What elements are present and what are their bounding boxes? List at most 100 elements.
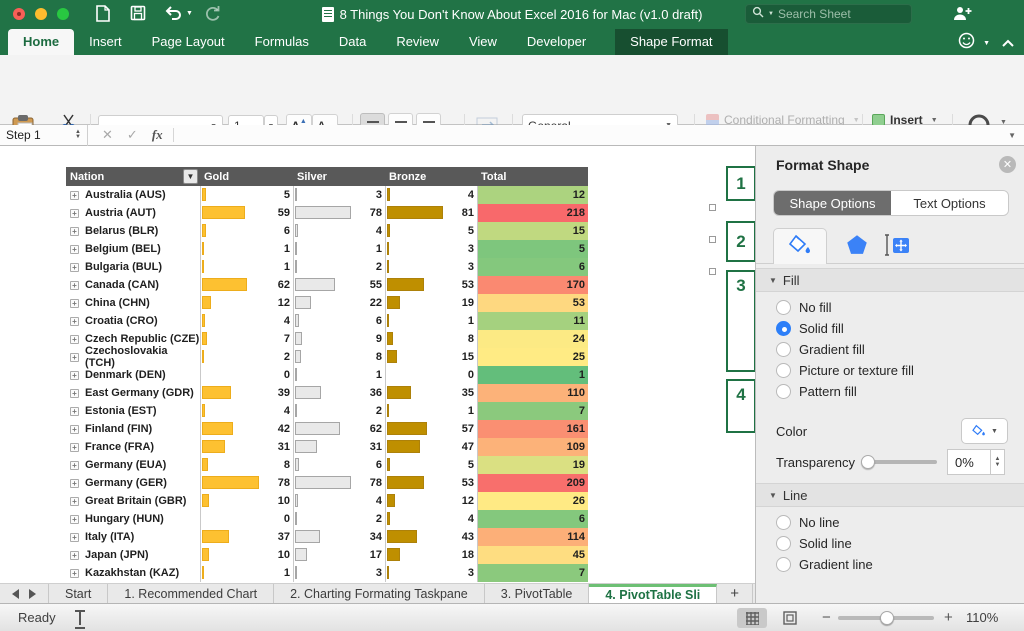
pivot-cell-nation[interactable]: + Belgium (BEL) [66, 240, 200, 258]
tab-shape-format[interactable]: Shape Format [615, 29, 728, 55]
expand-icon[interactable]: + [70, 496, 79, 506]
transparency-stepper[interactable]: ▲ ▼ [991, 449, 1005, 475]
name-box-stepper[interactable]: ▲ ▼ [75, 129, 81, 140]
pivot-cell[interactable]: 17 [293, 546, 385, 564]
pivot-cell-nation[interactable]: + Estonia (EST) [66, 402, 200, 420]
tab-review[interactable]: Review [381, 29, 454, 55]
pivot-cell-total[interactable]: 6 [477, 510, 588, 528]
pivot-cell[interactable]: 8 [385, 330, 477, 348]
sheet-tab-2[interactable]: 1. Recommended Chart [108, 584, 275, 603]
pivot-cell[interactable]: 1 [200, 564, 293, 582]
radio-no-line[interactable]: No line [756, 512, 1024, 533]
pivot-cell[interactable]: 1 [200, 258, 293, 276]
pivot-cell[interactable]: 10 [200, 546, 293, 564]
pivot-cell-total[interactable]: 161 [477, 420, 588, 438]
pivot-row[interactable]: + Finland (FIN) 42 62 57 161 [66, 420, 588, 438]
tab-shape-options[interactable]: Shape Options [774, 191, 891, 215]
expand-icon[interactable]: + [70, 514, 79, 524]
add-sheet-button[interactable]: + [717, 584, 754, 603]
pivot-cell[interactable]: 53 [385, 474, 477, 492]
transparency-value-field[interactable]: 0% [947, 449, 991, 475]
expand-icon[interactable]: + [70, 190, 79, 200]
fill-color-picker-button[interactable]: ▼ [961, 418, 1008, 444]
pivot-cell-total[interactable]: 218 [477, 204, 588, 222]
pivot-row[interactable]: + Belgium (BEL) 1 1 3 5 [66, 240, 588, 258]
pivot-row[interactable]: + Great Britain (GBR) 10 4 12 26 [66, 492, 588, 510]
pivot-cell[interactable]: 43 [385, 528, 477, 546]
numbered-shape-4[interactable]: 4 [726, 379, 756, 433]
pivot-cell[interactable]: 8 [200, 456, 293, 474]
pivot-row[interactable]: + Germany (GER) 78 78 53 209 [66, 474, 588, 492]
pivot-row[interactable]: + Belarus (BLR) 6 4 5 15 [66, 222, 588, 240]
pivot-row[interactable]: + Japan (JPN) 10 17 18 45 [66, 546, 588, 564]
pivot-cell-total[interactable]: 209 [477, 474, 588, 492]
pivot-cell[interactable]: 3 [385, 258, 477, 276]
tab-data[interactable]: Data [324, 29, 381, 55]
transparency-slider-thumb[interactable] [861, 455, 875, 469]
pivot-cell-nation[interactable]: + China (CHN) [66, 294, 200, 312]
pivot-cell[interactable]: 4 [200, 402, 293, 420]
pivot-cell-total[interactable]: 45 [477, 546, 588, 564]
pivot-cell-total[interactable]: 19 [477, 456, 588, 474]
pivot-cell[interactable]: 4 [293, 492, 385, 510]
pivot-cell[interactable]: 7 [200, 330, 293, 348]
pivot-row[interactable]: + Kazakhstan (KAZ) 1 3 3 7 [66, 564, 588, 582]
page-layout-view-button[interactable] [775, 608, 805, 628]
zoom-slider-thumb[interactable] [880, 611, 894, 625]
pivot-row[interactable]: + Canada (CAN) 62 55 53 170 [66, 276, 588, 294]
pivot-row[interactable]: + Estonia (EST) 4 2 1 7 [66, 402, 588, 420]
pivot-cell[interactable]: 5 [385, 456, 477, 474]
pivot-cell[interactable]: 36 [293, 384, 385, 402]
pivot-cell[interactable]: 5 [385, 222, 477, 240]
pivot-cell-nation[interactable]: + Australia (AUS) [66, 186, 200, 204]
pivot-cell[interactable]: 37 [200, 528, 293, 546]
normal-view-button[interactable] [737, 608, 767, 628]
pivot-cell-nation[interactable]: + Italy (ITA) [66, 528, 200, 546]
sheet-tab-3[interactable]: 2. Charting Formating Taskpane [274, 584, 485, 603]
pivot-cell[interactable]: 4 [385, 186, 477, 204]
expand-icon[interactable]: + [70, 298, 79, 308]
pivot-row[interactable]: + China (CHN) 12 22 19 53 [66, 294, 588, 312]
pivot-cell-nation[interactable]: + Japan (JPN) [66, 546, 200, 564]
pivot-cell[interactable]: 1 [293, 240, 385, 258]
pivot-cell[interactable]: 3 [293, 564, 385, 582]
pivot-cell-nation[interactable]: + Czechoslovakia (TCH) [66, 345, 200, 369]
pivot-cell[interactable]: 42 [200, 420, 293, 438]
pivot-cell-total[interactable]: 53 [477, 294, 588, 312]
name-box[interactable]: Step 1 ▲ ▼ [0, 124, 88, 146]
pivot-row[interactable]: + Denmark (DEN) 0 1 0 1 [66, 366, 588, 384]
pivot-cell[interactable]: 78 [293, 204, 385, 222]
pivot-cell[interactable]: 55 [293, 276, 385, 294]
pivot-cell[interactable]: 31 [293, 438, 385, 456]
pivot-row[interactable]: + Austria (AUT) 59 78 81 218 [66, 204, 588, 222]
tab-text-options[interactable]: Text Options [891, 191, 1008, 215]
expand-icon[interactable]: + [70, 478, 79, 488]
filter-dropdown-button[interactable]: ▼ [183, 169, 198, 184]
pivot-cell-total[interactable]: 1 [477, 366, 588, 384]
pivot-cell[interactable]: 35 [385, 384, 477, 402]
pivot-cell-nation[interactable]: + Belarus (BLR) [66, 222, 200, 240]
line-section-header[interactable]: ▼ Line [756, 483, 1024, 507]
pivot-cell[interactable]: 6 [293, 312, 385, 330]
previous-sheet-arrow[interactable] [12, 588, 19, 599]
close-pane-icon[interactable]: ✕ [999, 156, 1016, 173]
pivot-cell-total[interactable]: 7 [477, 564, 588, 582]
selection-handle[interactable] [709, 268, 716, 275]
expand-icon[interactable]: + [70, 352, 79, 362]
pivot-cell[interactable]: 0 [200, 510, 293, 528]
pivot-cell-total[interactable]: 25 [477, 348, 588, 366]
formula-bar-expand-arrow[interactable]: ▼ [1008, 131, 1016, 140]
pivot-cell[interactable]: 15 [385, 348, 477, 366]
pivot-cell-nation[interactable]: + East Germany (GDR) [66, 384, 200, 402]
pivot-cell[interactable]: 1 [293, 366, 385, 384]
expand-icon[interactable]: + [70, 226, 79, 236]
pivot-cell-nation[interactable]: + Bulgaria (BUL) [66, 258, 200, 276]
pivot-cell-total[interactable]: 6 [477, 258, 588, 276]
pivot-cell-total[interactable]: 12 [477, 186, 588, 204]
expand-icon[interactable]: + [70, 334, 79, 344]
radio-solid-line[interactable]: Solid line [756, 533, 1024, 554]
tab-page-layout[interactable]: Page Layout [137, 29, 240, 55]
transparency-slider[interactable] [861, 455, 937, 469]
pivot-row[interactable]: + Australia (AUS) 5 3 4 12 [66, 186, 588, 204]
fill-and-line-tab[interactable] [773, 228, 827, 264]
